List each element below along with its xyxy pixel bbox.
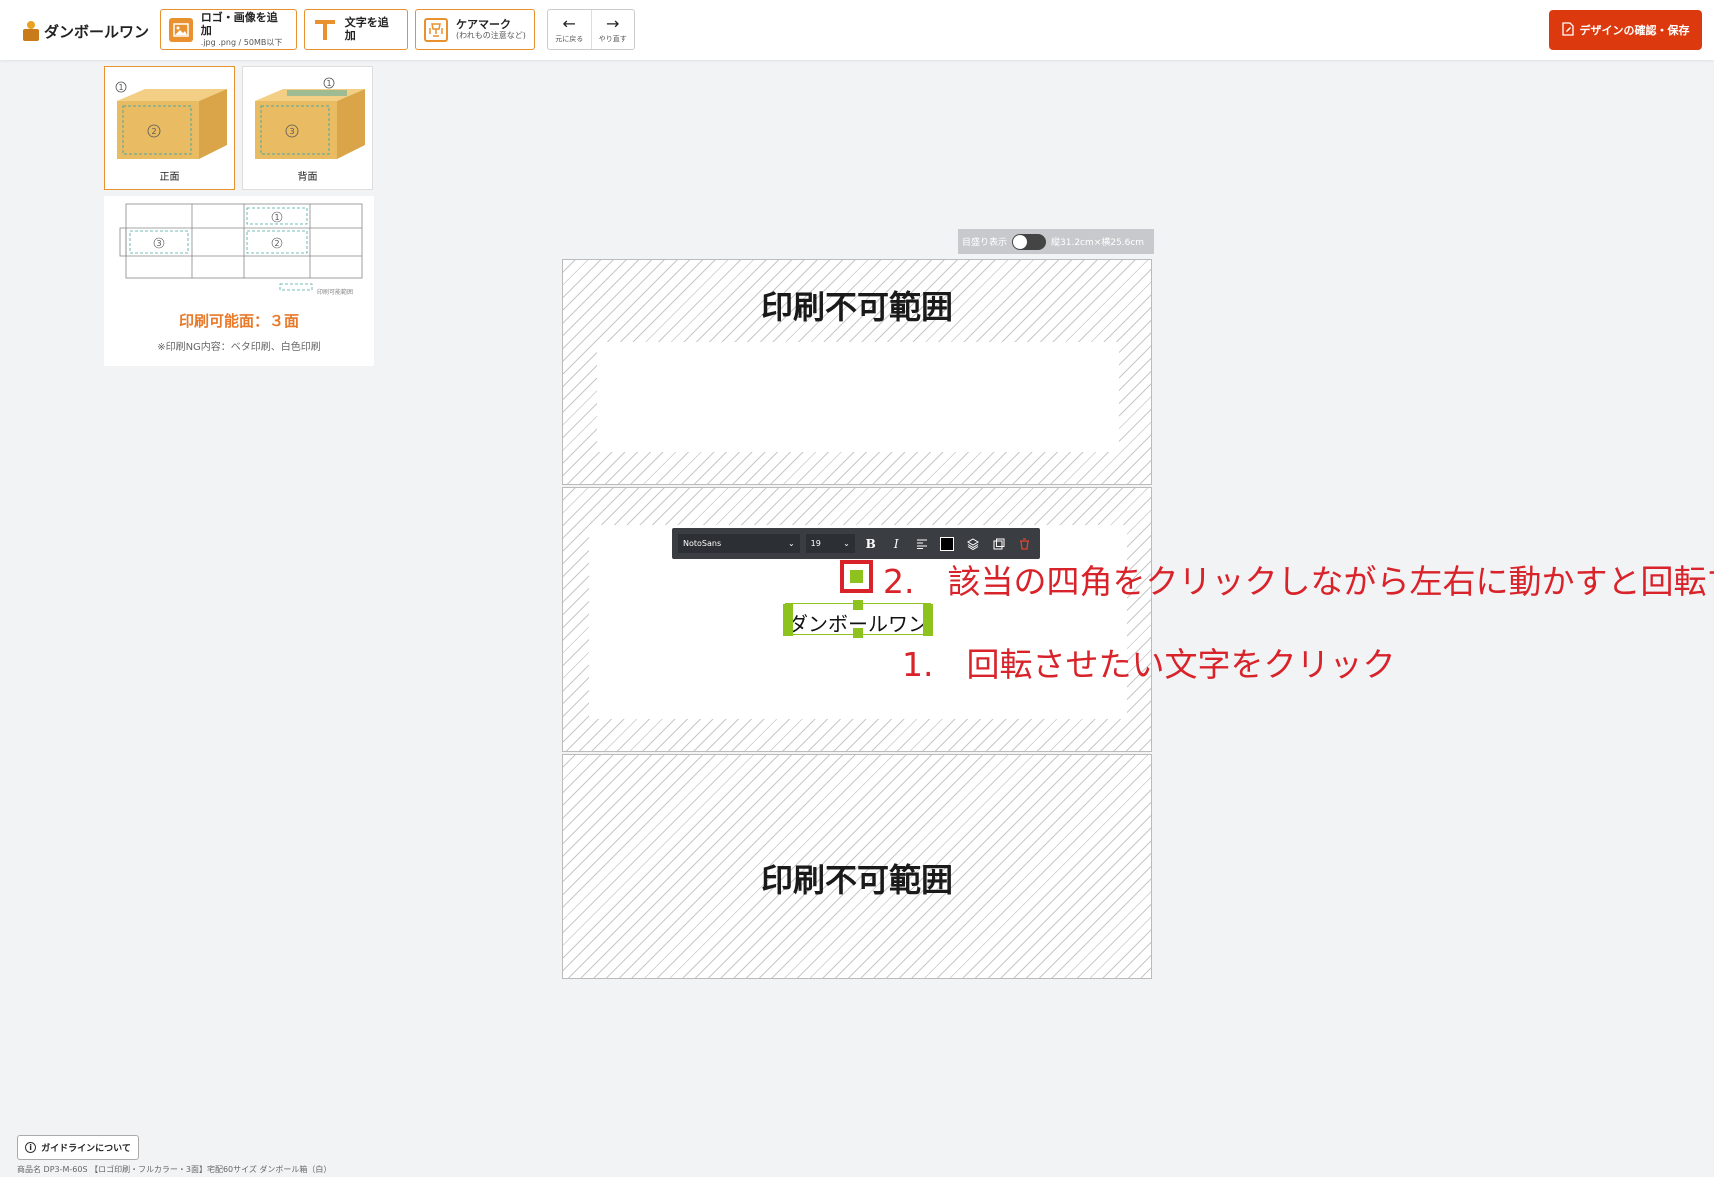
logo-text: ダンボールワン [44, 22, 150, 41]
resize-handle-right[interactable] [923, 604, 933, 636]
guideline-button[interactable]: i ガイドラインについて [17, 1135, 139, 1160]
redo-label: やり直す [598, 34, 627, 43]
trash-icon [1019, 537, 1029, 550]
font-size-select[interactable]: 19 ⌄ [805, 534, 855, 553]
arrow-left-icon: ← [562, 13, 576, 33]
box-back-image: 1 3 [255, 77, 365, 159]
font-select[interactable]: NotoSans ⌄ [678, 534, 800, 553]
box-diagram-card: 1 3 2 印刷可能範囲 印刷可能面：３面 ※印刷NG内容：ベタ印刷、白色印刷 [104, 196, 374, 366]
save-label: デザインの確認・保存 [1579, 24, 1690, 37]
printable-faces-text: 印刷可能面：３面 [178, 312, 299, 330]
annotation-step-1: 1. 回転させたい文字をクリック [902, 645, 1396, 684]
resize-handle-bottom[interactable] [853, 628, 863, 638]
add-text-button[interactable]: 文字を追加 [304, 9, 408, 50]
arrow-right-icon: → [606, 13, 620, 33]
svg-text:3: 3 [156, 239, 161, 248]
svg-text:2: 2 [151, 127, 156, 136]
text-color-button[interactable] [938, 534, 958, 554]
bold-button[interactable]: B [861, 534, 881, 554]
top-nonprintable-panel: 印刷不可範囲 [562, 259, 1152, 485]
duplicate-icon [993, 538, 1005, 549]
top-panel-white-area [597, 342, 1119, 452]
document-edit-icon [1561, 21, 1574, 39]
svg-text:3: 3 [289, 127, 294, 136]
resize-handle-left[interactable] [783, 604, 793, 636]
resize-handle-top[interactable] [853, 600, 863, 610]
bottom-panel-title: 印刷不可範囲 [760, 861, 953, 899]
chevron-down-icon: ⌄ [787, 539, 795, 548]
printable-area-legend: 印刷可能範囲 [317, 289, 354, 296]
svg-text:1: 1 [274, 213, 279, 222]
color-swatch [940, 536, 955, 551]
font-size-value: 19 [810, 539, 821, 548]
undo-button[interactable]: ← 元に戻る [548, 10, 591, 49]
face-thumb-front-label: 正面 [159, 172, 180, 183]
top-panel-title: 印刷不可範囲 [760, 288, 953, 326]
box-front-image: 1 2 [115, 81, 227, 159]
care-mark-icon [424, 17, 448, 42]
save-button[interactable]: デザインの確認・保存 [1549, 10, 1702, 50]
annotation-step-2: 2. 該当の四角をクリックしながら左右に動かすと回転する [883, 562, 1714, 601]
grid-toggle[interactable] [1012, 233, 1047, 250]
rotate-handle[interactable] [850, 570, 863, 583]
box-net-diagram: 1 3 2 [119, 203, 363, 291]
canvas-info-bar: 目盛り表示 縦31.2cm×横25.6cm [958, 229, 1154, 254]
add-image-title: ロゴ・画像を追加 [200, 11, 278, 37]
add-image-button[interactable]: ロゴ・画像を追加 .jpg .png / 50MB以下 [160, 9, 297, 50]
info-icon: i [25, 1142, 37, 1153]
delete-button[interactable] [1014, 534, 1034, 554]
face-thumb-front[interactable]: 1 2 正面 [104, 66, 235, 190]
guideline-label: ガイドラインについて [41, 1144, 131, 1154]
face-thumb-back[interactable]: 1 3 背面 [242, 66, 373, 190]
care-mark-sub: (われもの注意など) [456, 31, 526, 41]
svg-text:2: 2 [274, 239, 279, 248]
svg-text:1: 1 [326, 79, 331, 88]
undo-redo-group: ← 元に戻る → やり直す [547, 9, 635, 50]
canvas-dimensions: 縦31.2cm×横25.6cm [1051, 238, 1145, 248]
logo-mark-icon [22, 21, 40, 41]
add-text-title: 文字を追加 [344, 15, 389, 42]
duplicate-button[interactable] [989, 534, 1009, 554]
layers-icon [967, 537, 980, 550]
image-icon [169, 17, 193, 42]
header: ダンボールワン ロゴ・画像を追加 .jpg .png / 50MB以下 文字を追… [0, 0, 1714, 60]
align-left-icon [916, 539, 927, 549]
logo[interactable]: ダンボールワン [22, 18, 149, 44]
redo-button[interactable]: → やり直す [590, 10, 635, 49]
italic-button[interactable]: I [886, 534, 906, 554]
text-icon [313, 18, 337, 42]
svg-text:1: 1 [118, 83, 123, 92]
undo-label: 元に戻る [555, 34, 584, 43]
care-mark-button[interactable]: ケアマーク (われもの注意など) [415, 9, 535, 50]
font-select-value: NotoSans [683, 539, 722, 548]
layer-button[interactable] [963, 534, 983, 554]
product-name: 商品名 DP3-M-60S 【ロゴ印刷・フルカラー・3面】宅配60サイズ ダンボ… [17, 1165, 332, 1174]
care-mark-title: ケアマーク [456, 17, 511, 31]
add-image-sub: .jpg .png / 50MB以下 [200, 37, 283, 47]
print-ng-note: ※印刷NG内容：ベタ印刷、白色印刷 [157, 342, 321, 353]
selected-text-element[interactable]: ダンボールワン [783, 600, 933, 638]
align-left-button[interactable] [912, 534, 932, 554]
chevron-down-icon: ⌄ [843, 539, 850, 548]
grid-toggle-label: 目盛り表示 [962, 238, 1008, 248]
bottom-nonprintable-panel: 印刷不可範囲 [562, 754, 1152, 979]
face-thumb-back-label: 背面 [297, 172, 318, 183]
